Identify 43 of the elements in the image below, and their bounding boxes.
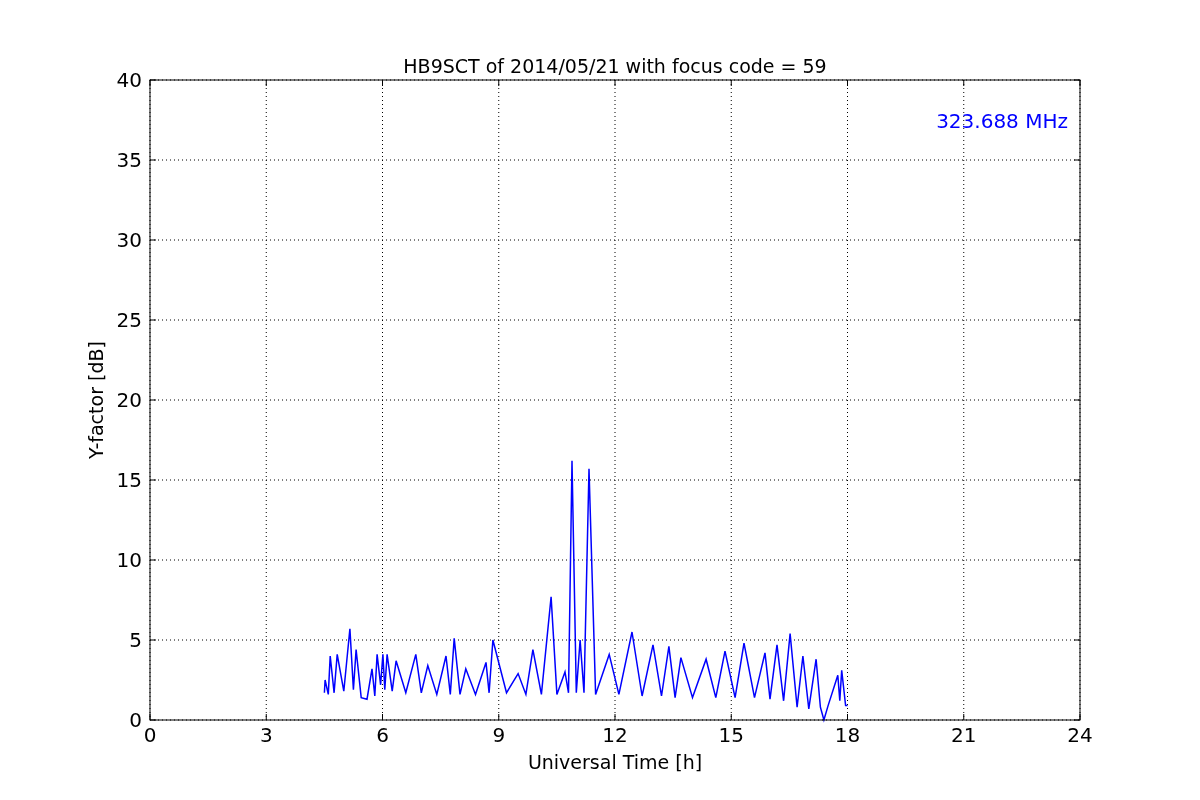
tick-mark	[847, 79, 848, 87]
tick-mark	[149, 559, 157, 561]
chart-title: HB9SCT of 2014/05/21 with focus code = 59	[403, 55, 827, 77]
tick-label: 15	[718, 723, 744, 747]
tick-label: 18	[834, 723, 861, 747]
tick-mark	[1073, 479, 1081, 481]
tick-label: 3	[259, 723, 273, 747]
tick-label: 0	[143, 723, 157, 747]
tick-label: 5	[129, 628, 142, 652]
tick-mark	[149, 319, 157, 321]
tick-label: 10	[116, 548, 142, 572]
tick-mark	[614, 79, 616, 87]
tick-label: 6	[376, 723, 389, 747]
tick-mark	[149, 399, 157, 401]
tick-mark	[149, 159, 157, 161]
tick-mark	[1073, 319, 1081, 321]
tick-label: 12	[602, 723, 628, 747]
series-label: 323.688 MHz	[936, 109, 1068, 133]
x-axis-label: Universal Time [h]	[527, 751, 703, 773]
tick-mark	[149, 479, 157, 481]
tick-mark	[1073, 239, 1081, 241]
tick-mark	[1073, 159, 1081, 161]
tick-label: 9	[492, 723, 506, 747]
tick-mark	[498, 79, 500, 87]
tick-mark	[265, 79, 267, 87]
tick-label: 35	[116, 148, 142, 172]
tick-label: 25	[116, 308, 142, 332]
tick-label: 0	[129, 708, 142, 732]
tick-mark	[963, 79, 965, 87]
tick-label: 24	[1067, 723, 1093, 747]
tick-label: 40	[116, 68, 142, 92]
tick-mark	[149, 239, 157, 241]
tick-mark	[1073, 639, 1081, 641]
tick-label: 30	[116, 228, 142, 252]
tick-mark	[382, 79, 383, 87]
tick-mark	[1073, 559, 1081, 561]
tick-label: 21	[951, 723, 977, 747]
tick-mark	[1073, 399, 1081, 401]
tick-mark	[730, 79, 732, 87]
tick-mark	[149, 639, 157, 641]
y-axis-label: Y-factor [dB]	[85, 341, 107, 459]
tick-label: 15	[116, 468, 142, 492]
tick-label: 20	[116, 388, 142, 412]
